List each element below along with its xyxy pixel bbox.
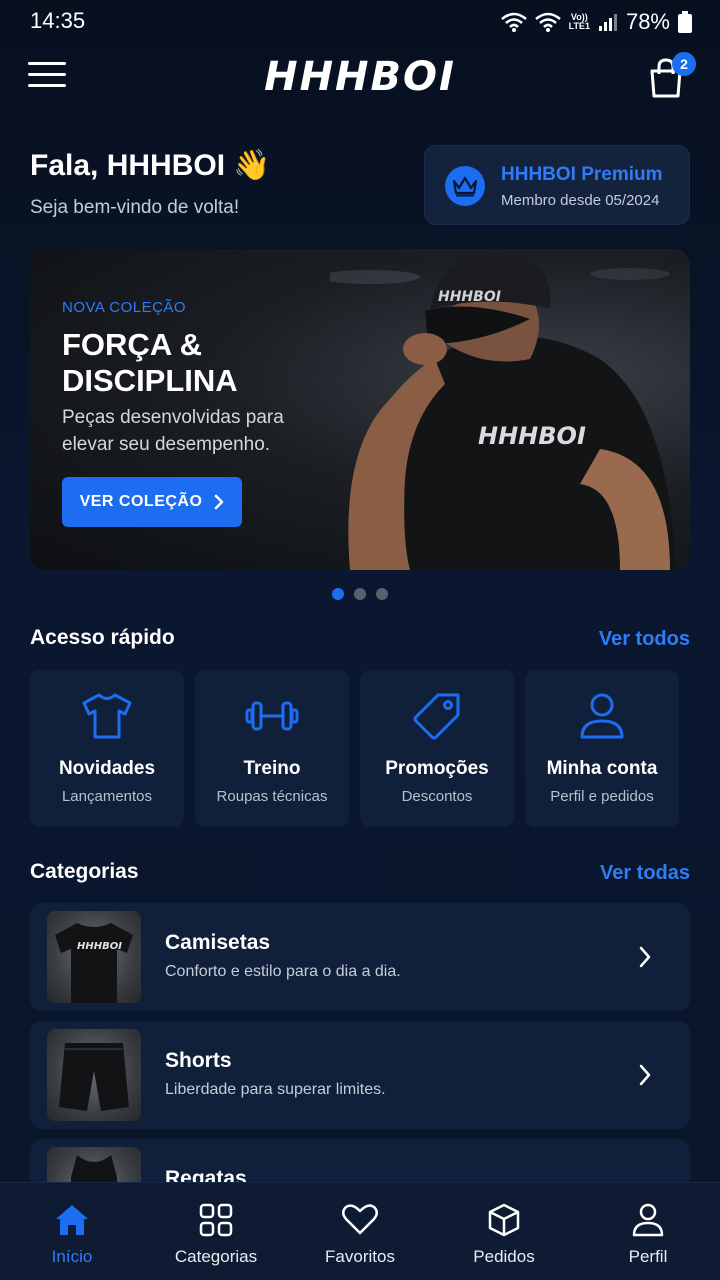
hero-title: FORÇA & DISCIPLINA: [62, 327, 362, 399]
category-description: Liberdade para superar limites.: [165, 1081, 386, 1098]
carousel-indicator[interactable]: [0, 588, 720, 600]
cart-count-badge: 2: [672, 52, 696, 76]
hero-title-line: DISCIPLINA: [62, 363, 238, 398]
quick-access-sublabel: Lançamentos: [61, 788, 153, 805]
quick-access-promocoes[interactable]: Promoções Descontos: [360, 670, 514, 827]
box-icon: [488, 1203, 520, 1237]
wifi-calling-icon: [534, 12, 561, 32]
thumbnail-logo: HHHBOI: [77, 941, 122, 952]
nav-label: Perfil: [628, 1247, 668, 1266]
quick-access-sublabel: Perfil e pedidos: [550, 788, 654, 805]
hero-eyebrow: NOVA COLEÇÃO: [62, 299, 187, 316]
signal-icon: [598, 14, 617, 31]
battery-icon: [678, 11, 692, 33]
category-row-shorts[interactable]: Shorts Liberdade para superar limites.: [30, 1021, 690, 1129]
chevron-right-icon: [215, 494, 224, 510]
premium-card[interactable]: HHHBOI Premium Membro desde 05/2024: [424, 145, 690, 225]
view-collection-label: VER COLEÇÃO: [79, 493, 203, 510]
quick-access-grid: Novidades Lançamentos Treino Roupas técn…: [30, 670, 682, 827]
nav-pedidos[interactable]: Pedidos: [432, 1183, 576, 1280]
quick-access-label: Minha conta: [546, 758, 658, 779]
nav-favoritos[interactable]: Favoritos: [288, 1183, 432, 1280]
quick-access-title: Acesso rápido: [30, 626, 175, 649]
status-icons: Vo)) LTE1 78%: [500, 8, 692, 36]
greeting: Fala, HHHBOI 👋 Seja bem-vindo de volta!: [30, 148, 271, 219]
brand-logo[interactable]: HHHBOI: [0, 54, 720, 100]
category-description: Conforto e estilo para o dia a dia.: [165, 963, 401, 980]
heart-icon: [342, 1204, 378, 1235]
home-icon: [56, 1205, 88, 1235]
category-thumbnail: [47, 1029, 141, 1121]
volte-indicator: Vo)) LTE1: [569, 13, 590, 31]
chevron-right-icon: [639, 946, 651, 968]
crown-icon: [445, 166, 485, 206]
nav-label: Pedidos: [473, 1247, 535, 1266]
category-name: Camisetas: [165, 931, 271, 954]
quick-access-treino[interactable]: Treino Roupas técnicas: [195, 670, 349, 827]
categories-see-all-link[interactable]: Ver todas: [600, 862, 690, 885]
hero-description: Peças desenvolvidas para elevar seu dese…: [62, 407, 284, 455]
hero-banner[interactable]: HHHBOI HHHBOI NOVA COLEÇÃO FORÇA & DISCI…: [30, 249, 690, 570]
premium-subtitle: Membro desde 05/2024: [501, 192, 660, 209]
athlete-image: HHHBOI HHHBOI: [330, 253, 675, 570]
quick-access-minha-conta[interactable]: Minha conta Perfil e pedidos: [525, 670, 679, 827]
nav-label: Favoritos: [325, 1247, 395, 1266]
nav-inicio[interactable]: Início: [0, 1183, 144, 1280]
greeting-subtitle: Seja bem-vindo de volta!: [30, 197, 240, 218]
quick-access-label: Novidades: [58, 758, 156, 779]
app-header: HHHBOI 2: [0, 44, 720, 114]
category-row-camisetas[interactable]: HHHBOI Camisetas Conforto e estilo para …: [30, 903, 690, 1011]
hero-title-line: FORÇA &: [62, 327, 203, 362]
quick-access-see-all-link[interactable]: Ver todos: [599, 628, 690, 651]
category-thumbnail: HHHBOI: [47, 911, 141, 1003]
battery-percent: 78%: [625, 9, 670, 34]
carousel-dot-active[interactable]: [332, 588, 344, 600]
app-screen: 14:35 Vo)) LTE1 78% HHHBOI 2 Fala, HHHBO…: [0, 0, 720, 1280]
tag-icon: [413, 693, 460, 740]
grid-icon: [199, 1203, 233, 1237]
shirt-logo: HHHBOI: [478, 422, 586, 450]
carousel-dot[interactable]: [376, 588, 388, 600]
quick-access-label: Promoções: [385, 758, 489, 779]
quick-access-sublabel: Roupas técnicas: [216, 788, 328, 805]
nav-label: Início: [51, 1247, 93, 1266]
cap-logo: HHHBOI: [438, 289, 501, 305]
carousel-dot[interactable]: [354, 588, 366, 600]
greeting-title: Fala, HHHBOI 👋: [30, 149, 271, 182]
categories-title: Categorias: [30, 860, 139, 883]
user-icon: [632, 1203, 664, 1237]
premium-title: HHHBOI Premium: [501, 164, 663, 185]
quick-access-label: Treino: [243, 758, 301, 779]
dumbbell-icon: [245, 701, 299, 731]
status-time: 14:35: [30, 8, 86, 33]
quick-access-sublabel: Descontos: [401, 788, 473, 805]
quick-access-novidades[interactable]: Novidades Lançamentos: [30, 670, 184, 827]
nav-label: Categorias: [174, 1247, 258, 1266]
nav-perfil[interactable]: Perfil: [576, 1183, 720, 1280]
user-icon: [580, 693, 624, 739]
bottom-navigation: Início Categorias Favoritos Pedidos Perf…: [0, 1182, 720, 1280]
tshirt-icon: [82, 693, 132, 739]
volte-bottom: LTE1: [568, 21, 590, 31]
status-bar: 14:35 Vo)) LTE1 78%: [0, 0, 720, 44]
wifi-icon: [500, 12, 527, 32]
category-name: Shorts: [165, 1049, 232, 1072]
nav-categorias[interactable]: Categorias: [144, 1183, 288, 1280]
chevron-right-icon: [639, 1064, 651, 1086]
view-collection-button[interactable]: VER COLEÇÃO: [62, 477, 242, 527]
